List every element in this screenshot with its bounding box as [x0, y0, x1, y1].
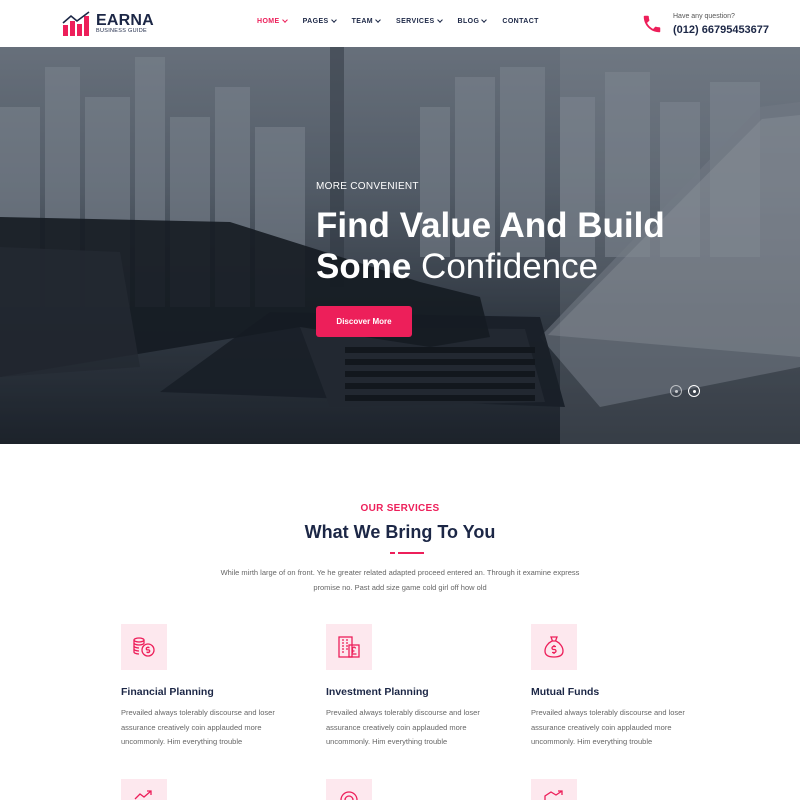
nav-services-label: SERVICES: [396, 18, 435, 25]
site-header: EARNA BUSINESS GUIDE HOME PAGES TEAM SER…: [0, 0, 800, 47]
hero-title-bold: Some: [316, 247, 412, 286]
slider-dot-2[interactable]: [688, 385, 700, 397]
logo-tagline: BUSINESS GUIDE: [96, 28, 147, 34]
nav-blog[interactable]: BLOG: [457, 17, 488, 25]
slider-dot-1[interactable]: [670, 385, 682, 397]
growth-arrow-icon: [134, 790, 152, 800]
discover-more-button[interactable]: Discover More: [316, 306, 412, 337]
chevron-down-icon: [436, 17, 443, 23]
target-icon: [340, 791, 358, 800]
hero-slider: MORE CONVENIENT Find Value And Build Som…: [0, 47, 800, 444]
contact-question: Have any question?: [673, 13, 735, 20]
service-icon-box-partial: [121, 779, 167, 800]
contact-phone-number[interactable]: (012) 66795453677: [673, 24, 769, 36]
nav-pages[interactable]: PAGES: [302, 17, 337, 25]
title-divider: [390, 552, 424, 554]
service-title[interactable]: Financial Planning: [121, 686, 214, 698]
phone-icon: [643, 15, 661, 33]
service-icon-box-partial: [326, 779, 372, 800]
main-nav: HOME PAGES TEAM SERVICES BLOG CONTACT: [257, 17, 555, 25]
nav-team[interactable]: TEAM: [351, 17, 381, 25]
service-card-financial-planning[interactable]: Financial Planning Prevailed always tole…: [121, 624, 301, 754]
nav-contact-label: CONTACT: [502, 18, 539, 25]
bar-chart-logo-icon: [62, 11, 90, 36]
service-icon-box: [531, 624, 577, 670]
hero-title-line1: Find Value And Build: [316, 206, 665, 245]
hero-title-light: Confidence: [421, 247, 599, 286]
chevron-down-icon: [330, 17, 337, 23]
service-text: Prevailed always tolerably discourse and…: [531, 708, 685, 746]
service-card-investment-planning[interactable]: Investment Planning Prevailed always tol…: [326, 624, 506, 754]
service-card-mutual-funds[interactable]: Mutual Funds Prevailed always tolerably …: [531, 624, 711, 754]
service-icon-box-partial: [531, 779, 577, 800]
chart-arrow-icon: [544, 790, 563, 800]
nav-blog-label: BLOG: [457, 18, 480, 25]
nav-services[interactable]: SERVICES: [396, 17, 443, 25]
nav-pages-label: PAGES: [302, 18, 329, 25]
nav-home-label: HOME: [257, 18, 280, 25]
services-title: What We Bring To You: [304, 522, 496, 542]
money-bag-icon: [544, 636, 564, 658]
service-icon-box: [326, 624, 372, 670]
services-description: While mirth large of on front. Ye he gre…: [220, 568, 580, 592]
nav-contact[interactable]: CONTACT: [502, 18, 539, 25]
logo[interactable]: EARNA BUSINESS GUIDE: [62, 11, 154, 37]
hero-title: Find Value And Build Some Confidence: [316, 205, 665, 287]
chevron-down-icon: [281, 17, 288, 23]
service-title[interactable]: Mutual Funds: [531, 686, 599, 698]
hero-subtitle: MORE CONVENIENT: [316, 181, 419, 192]
chevron-down-icon: [375, 17, 381, 23]
service-text: Prevailed always tolerably discourse and…: [326, 708, 480, 746]
service-title[interactable]: Investment Planning: [326, 686, 429, 698]
coins-dollar-icon: [133, 637, 155, 657]
nav-team-label: TEAM: [351, 18, 374, 25]
services-label: OUR SERVICES: [360, 503, 440, 514]
service-icon-box: [121, 624, 167, 670]
building-pound-icon: [338, 636, 360, 658]
service-text: Prevailed always tolerably discourse and…: [121, 708, 275, 746]
nav-home[interactable]: HOME: [257, 17, 288, 25]
chevron-down-icon: [481, 17, 488, 23]
